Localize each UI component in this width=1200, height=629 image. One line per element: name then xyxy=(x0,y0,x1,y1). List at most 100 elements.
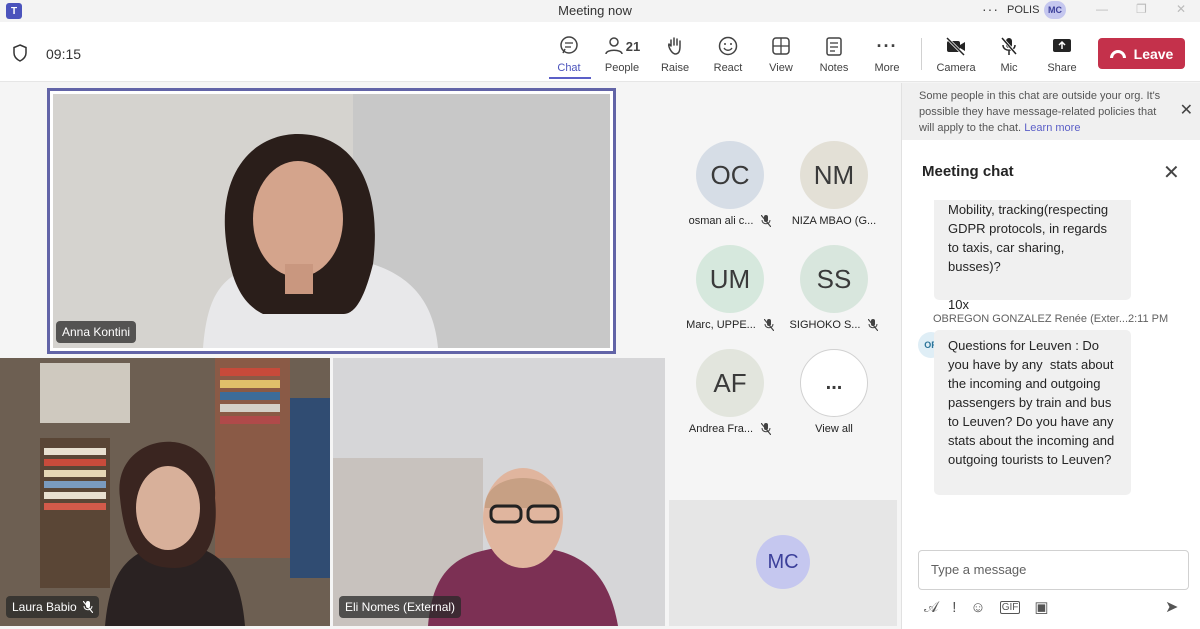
more-icon: ··· xyxy=(876,35,898,56)
leave-button[interactable]: Leave xyxy=(1098,38,1185,69)
mic-button[interactable]: Mic xyxy=(981,34,1037,78)
minimize-icon[interactable]: — xyxy=(1096,2,1108,16)
external-org-banner: Some people in this chat are outside you… xyxy=(902,83,1200,140)
people-icon: 21 xyxy=(604,34,640,58)
chat-button[interactable]: Chat xyxy=(541,34,597,78)
participant-tile[interactable]: AF Andrea Fra... xyxy=(680,349,780,435)
mic-off-icon xyxy=(82,601,93,613)
video-tile-laura[interactable]: Laura Babio xyxy=(0,358,330,626)
participant-name-row: SIGHOKO S... xyxy=(784,319,884,331)
chat-panel-title: Meeting chat xyxy=(922,163,1014,180)
participant-tile[interactable]: NM NIZA MBAO (G... xyxy=(784,141,884,227)
featured-participant-name: Anna Kontini xyxy=(62,325,131,339)
people-count: 21 xyxy=(625,38,641,54)
title-bar: T Meeting now ··· POLIS MC — ❐ ✕ xyxy=(0,0,1200,22)
org-name: POLIS xyxy=(1007,4,1040,16)
eli-name-tag: Eli Nomes (External) xyxy=(339,596,462,618)
shield-icon xyxy=(13,44,27,62)
participant-name: SIGHOKO S... xyxy=(789,319,861,331)
compose-toolbar: 𝒜 ! ☺ GIF ▣ xyxy=(924,596,1186,618)
chat-icon xyxy=(559,34,579,58)
more-options-icon[interactable]: ··· xyxy=(982,1,999,17)
raise-hand-icon xyxy=(665,34,685,58)
camera-off-icon xyxy=(945,34,967,58)
user-avatar[interactable]: MC xyxy=(1044,1,1066,19)
share-button[interactable]: Share xyxy=(1034,34,1090,78)
toolbar-divider xyxy=(921,38,922,70)
mic-off-icon xyxy=(761,423,772,435)
participant-video-image xyxy=(0,358,330,626)
format-icon[interactable]: 𝒜 xyxy=(924,599,938,616)
participant-name: osman ali c... xyxy=(688,215,754,227)
video-feed xyxy=(53,94,610,348)
participant-tile[interactable]: SS SIGHOKO S... xyxy=(784,245,884,331)
share-icon xyxy=(1052,34,1072,58)
mic-label: Mic xyxy=(1000,62,1018,74)
mic-off-icon xyxy=(761,215,772,227)
participant-avatar: SS xyxy=(800,245,868,313)
raise-label: Raise xyxy=(660,62,690,74)
leave-label: Leave xyxy=(1133,45,1174,62)
view-label: View xyxy=(769,62,793,74)
active-tab-indicator xyxy=(549,77,591,79)
notes-button[interactable]: Notes xyxy=(806,34,862,78)
participant-avatar: OC xyxy=(696,141,764,209)
close-chat-icon[interactable]: ✕ xyxy=(1163,160,1180,185)
priority-icon[interactable]: ! xyxy=(952,599,956,616)
react-label: React xyxy=(713,62,743,74)
people-button[interactable]: 21 People xyxy=(594,34,650,78)
hang-up-icon xyxy=(1109,49,1126,58)
self-video-tile[interactable]: MC xyxy=(669,500,897,626)
maximize-icon[interactable]: ❐ xyxy=(1136,2,1147,16)
participant-video-image xyxy=(333,358,665,626)
view-all-icon: ... xyxy=(800,349,868,417)
more-button[interactable]: ··· More xyxy=(859,34,915,78)
eli-name: Eli Nomes (External) xyxy=(345,600,456,614)
participant-tile[interactable]: UM Marc, UPPE... xyxy=(680,245,780,331)
video-tile-eli[interactable]: Eli Nomes (External) xyxy=(333,358,665,626)
camera-button[interactable]: Camera xyxy=(928,34,984,78)
participant-name-row: Andrea Fra... xyxy=(680,423,780,435)
message-time: 2:11 PM xyxy=(1128,313,1169,325)
message-input[interactable]: Type a message xyxy=(918,550,1189,590)
laura-name-tag: Laura Babio xyxy=(6,596,99,618)
emoji-icon[interactable]: ☺ xyxy=(970,599,985,616)
participant-name-row: View all xyxy=(784,423,884,435)
send-icon[interactable]: ➤ xyxy=(1165,597,1178,617)
mic-off-icon xyxy=(868,319,879,331)
mic-off-icon xyxy=(999,34,1019,58)
view-all-button[interactable]: ... View all xyxy=(784,349,884,435)
sticker-icon[interactable]: ▣ xyxy=(1034,598,1048,616)
more-label: More xyxy=(874,62,900,74)
mic-off-icon xyxy=(763,319,774,331)
react-icon xyxy=(718,34,738,58)
share-label: Share xyxy=(1047,62,1077,74)
notes-label: Notes xyxy=(819,62,849,74)
close-window-icon[interactable]: ✕ xyxy=(1176,2,1186,16)
view-all-label: View all xyxy=(815,423,853,435)
raise-hand-button[interactable]: Raise xyxy=(647,34,703,78)
camera-label: Camera xyxy=(936,62,976,74)
participant-avatar: AF xyxy=(696,349,764,417)
gif-icon[interactable]: GIF xyxy=(999,600,1021,614)
participant-name-row: osman ali c... xyxy=(680,215,780,227)
participant-tile[interactable]: OC osman ali c... xyxy=(680,141,780,227)
view-button[interactable]: View xyxy=(753,34,809,78)
meeting-toolbar: 09:15 Chat 21 People Raise React View No… xyxy=(0,22,1200,82)
participant-name: Marc, UPPE... xyxy=(686,319,756,331)
chat-message: Mobility, tracking(respecting GDPR proto… xyxy=(934,200,1131,312)
chat-message-text: Mobility, tracking(respecting GDPR proto… xyxy=(948,202,1109,312)
close-banner-icon[interactable]: ✕ xyxy=(1180,103,1193,119)
featured-name-tag: Anna Kontini xyxy=(56,321,137,343)
view-icon xyxy=(771,34,791,58)
laura-name: Laura Babio xyxy=(12,600,77,614)
people-label: People xyxy=(604,62,640,74)
participant-avatar: UM xyxy=(696,245,764,313)
chat-message: Questions for Leuven : Do you have by an… xyxy=(934,330,1131,495)
participant-name: NIZA MBAO (G... xyxy=(791,215,877,227)
self-avatar: MC xyxy=(756,535,810,589)
video-tile-featured[interactable]: Anna Kontini xyxy=(47,88,616,354)
react-button[interactable]: React xyxy=(700,34,756,78)
learn-more-link[interactable]: Learn more xyxy=(1024,122,1080,134)
meeting-stage: Anna Kontini Laura Babio Eli Nomes (Exte… xyxy=(0,83,901,629)
